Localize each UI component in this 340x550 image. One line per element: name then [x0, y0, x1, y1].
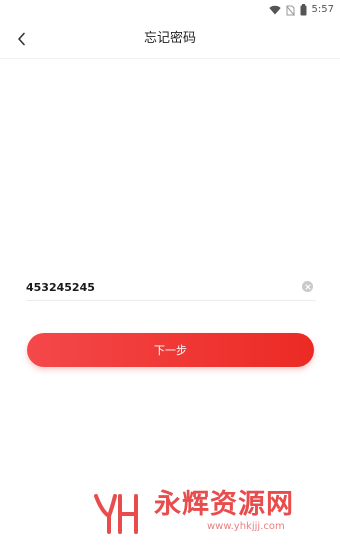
- battery-icon: [300, 4, 307, 16]
- forgot-password-screen: 5:57 忘记密码 下一步 永辉资源网 ww: [0, 0, 340, 550]
- page-title: 忘记密码: [143, 31, 196, 46]
- next-step-button[interactable]: 下一步: [27, 333, 314, 367]
- watermark-url: www.yhkjjj.com: [207, 521, 285, 532]
- status-icons: 5:57: [268, 3, 334, 17]
- wifi-icon: [268, 5, 281, 15]
- watermark-title: 永辉资源网: [154, 489, 294, 520]
- phone-input[interactable]: [26, 276, 286, 298]
- clear-input-button[interactable]: [302, 281, 313, 292]
- status-time: 5:57: [311, 4, 334, 15]
- status-bar: 5:57: [0, 0, 340, 20]
- back-button[interactable]: [10, 27, 34, 51]
- header-bar: 忘记密码: [0, 20, 340, 59]
- watermark: 永辉资源网 www.yhkjjj.com: [92, 488, 317, 538]
- watermark-logo: [94, 494, 138, 534]
- clear-circle-icon: [304, 283, 311, 290]
- chevron-left-icon: [18, 32, 25, 46]
- phone-field: [26, 276, 316, 301]
- no-sim-icon: [285, 5, 295, 16]
